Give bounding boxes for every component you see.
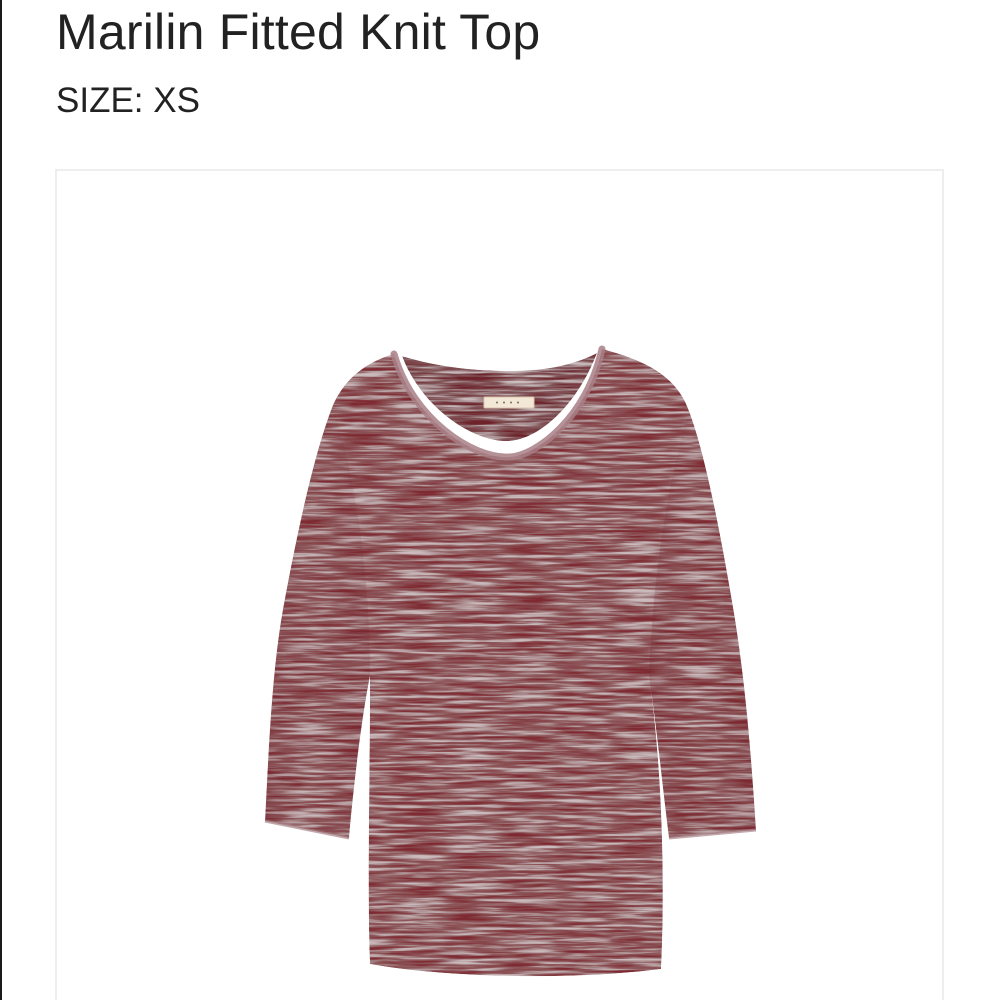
- product-page: Marilin Fitted Knit Top SIZE: XS: [0, 0, 1000, 1000]
- product-title: Marilin Fitted Knit Top: [56, 4, 541, 60]
- product-size: SIZE: XS: [56, 81, 200, 120]
- product-image-card[interactable]: [55, 169, 944, 1000]
- product-image[interactable]: [57, 171, 944, 1000]
- window-edge: [0, 0, 2, 1000]
- garment-label: [483, 396, 535, 409]
